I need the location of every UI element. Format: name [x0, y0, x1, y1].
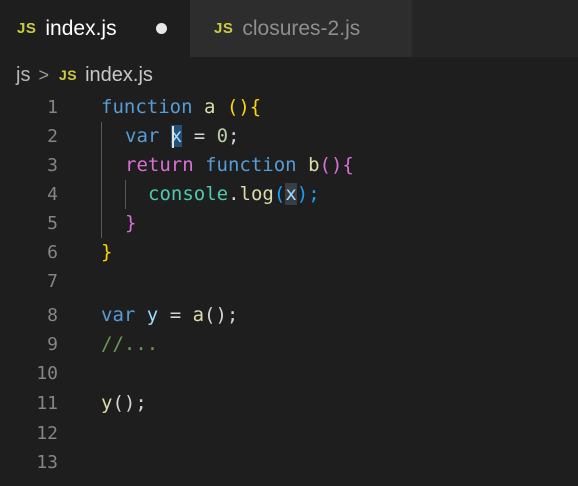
- punctuation: ();: [204, 304, 239, 326]
- punctuation: ();: [112, 392, 147, 414]
- punctuation: .: [228, 183, 240, 205]
- bracket: );: [296, 183, 320, 205]
- keyword: var: [125, 125, 160, 147]
- breadcrumb: js > JS index.js: [0, 57, 578, 93]
- code-text: y();: [101, 389, 147, 418]
- js-file-icon: JS: [17, 20, 37, 37]
- code-line[interactable]: 2 var x = 0;: [0, 122, 578, 151]
- operator: =: [169, 304, 182, 326]
- bracket: }: [125, 212, 137, 234]
- tab-bar: JS index.js JS closures-2.js: [0, 0, 578, 57]
- keyword: function: [101, 96, 193, 118]
- unsaved-changes-dot-icon[interactable]: [156, 23, 167, 34]
- line-number: 11: [36, 393, 58, 414]
- bracket: (: [273, 183, 286, 205]
- line-number: 3: [47, 155, 58, 176]
- js-file-icon: JS: [214, 20, 234, 37]
- tab-label: index.js: [45, 16, 117, 40]
- breadcrumb-folder[interactable]: js: [16, 64, 30, 87]
- code-line[interactable]: 12: [0, 419, 578, 448]
- operator: =: [193, 125, 206, 147]
- code-text: return function b(){: [125, 151, 354, 180]
- line-number: 12: [36, 423, 58, 444]
- keyword: return: [125, 154, 194, 176]
- code-line[interactable]: 1 function a (){: [0, 93, 578, 122]
- code-line[interactable]: 13: [0, 448, 578, 477]
- line-number: 2: [47, 126, 58, 147]
- code-line[interactable]: 9 //...: [0, 330, 578, 359]
- identifier: console: [148, 183, 229, 205]
- bracket: (){: [319, 154, 354, 176]
- identifier: b: [308, 154, 320, 176]
- code-line[interactable]: 6 }: [0, 238, 578, 267]
- code-line[interactable]: 5 }: [0, 209, 578, 238]
- identifier: a: [203, 96, 216, 118]
- identifier: y: [101, 392, 113, 414]
- code-line[interactable]: 8 var y = a();: [0, 301, 578, 330]
- line-number: 13: [36, 452, 58, 473]
- tab-index-js[interactable]: JS index.js: [0, 0, 190, 57]
- breadcrumb-file[interactable]: index.js: [85, 64, 153, 87]
- code-text: //...: [101, 330, 158, 359]
- number-literal: 0: [216, 125, 229, 147]
- line-number: 5: [47, 213, 58, 234]
- tab-closures-2-js[interactable]: JS closures-2.js: [190, 0, 412, 57]
- tab-label: closures-2.js: [242, 16, 361, 40]
- line-number: 6: [47, 242, 58, 263]
- line-number: 10: [36, 363, 58, 384]
- line-number: 8: [47, 305, 58, 326]
- code-line[interactable]: 3 return function b(){: [0, 151, 578, 180]
- code-line[interactable]: 4 console.log(x);: [0, 180, 578, 209]
- code-text: var x = 0;: [125, 122, 240, 151]
- code-text: var y = a();: [101, 301, 238, 330]
- identifier: a: [192, 304, 205, 326]
- code-text: }: [125, 209, 136, 238]
- identifier: y: [146, 304, 159, 326]
- code-line[interactable]: 10: [0, 359, 578, 388]
- js-file-icon: JS: [58, 67, 78, 83]
- punctuation: ;: [228, 125, 240, 147]
- line-number: 9: [47, 334, 58, 355]
- code-text: }: [101, 238, 112, 267]
- bracket: (){: [226, 96, 262, 118]
- text-cursor: [172, 126, 174, 148]
- code-line[interactable]: 7: [0, 267, 578, 296]
- keyword: var: [101, 304, 136, 326]
- code-line[interactable]: 11 y();: [0, 389, 578, 418]
- chevron-right-icon: >: [38, 64, 49, 85]
- code-text: function a (){: [101, 93, 261, 122]
- code-editor[interactable]: 1 function a (){ 2 var x = 0; 3 return f…: [0, 93, 578, 486]
- bracket: }: [101, 241, 113, 263]
- line-number: 1: [47, 97, 58, 118]
- identifier: log: [239, 183, 274, 205]
- line-number: 4: [47, 184, 58, 205]
- line-number: 7: [47, 271, 58, 292]
- identifier: x: [285, 183, 297, 205]
- keyword: function: [205, 154, 297, 176]
- comment: //...: [101, 333, 159, 355]
- code-text: console.log(x);: [148, 180, 320, 209]
